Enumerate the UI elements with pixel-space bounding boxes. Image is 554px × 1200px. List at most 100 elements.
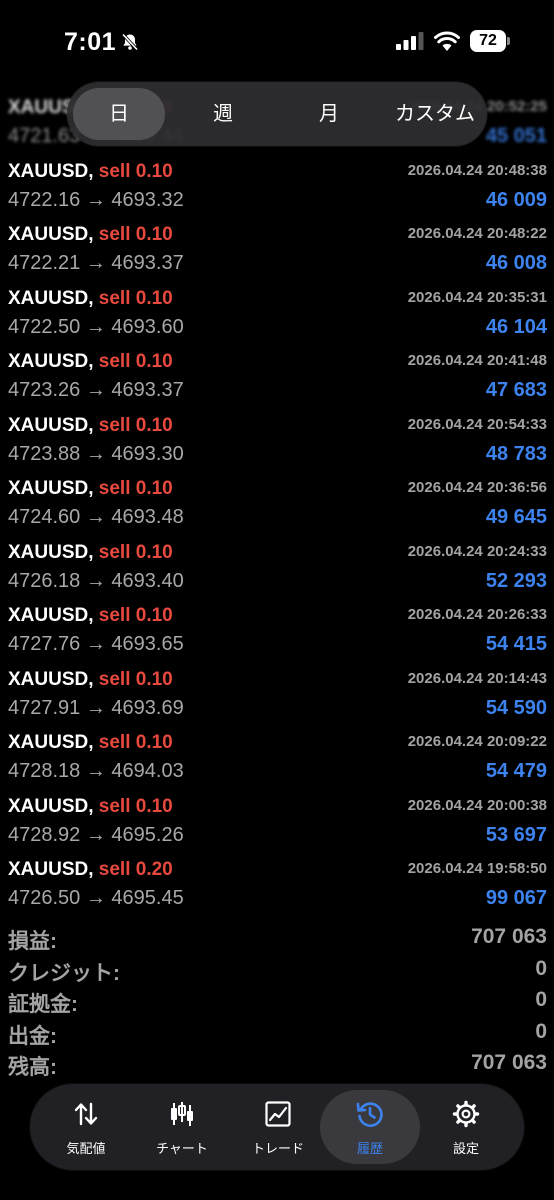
summary-label: 出金:	[8, 1024, 57, 1048]
deal-row[interactable]: XAUUSD, sell 0.10 2026.04.24 20:36:56 4724…	[0, 471, 554, 534]
battery-nub	[507, 37, 510, 45]
tab-history-label: 履歴	[356, 1141, 383, 1156]
period-tab-week[interactable]: 週	[177, 88, 269, 140]
deal-symbol-text: XAUUSD,	[8, 224, 94, 245]
deal-side: sell 0.10	[98, 287, 173, 309]
deal-side: sell 0.10	[98, 668, 173, 690]
tab-settings[interactable]: 設定	[416, 1090, 516, 1164]
deal-symbol: XAUUSD, sell 0.10	[8, 415, 173, 437]
deal-symbol-text: XAUUSD,	[8, 541, 94, 563]
summary-value: 707 063	[471, 1051, 547, 1074]
deal-datetime: 2026.04.24 20:09:22	[407, 733, 547, 750]
summary-margin: 証拠金: 0	[0, 988, 554, 1020]
bell-muted-icon	[121, 33, 139, 51]
summary-label: クレジット:	[8, 961, 120, 985]
deal-prices: 4722.50 → 4693.60	[8, 315, 184, 338]
deal-symbol: XAUUSD, sell 0.10	[8, 161, 173, 183]
deal-symbol: XAUUSD, sell 0.20	[8, 859, 173, 881]
deal-symbol: XAUUSD, sell 0.10	[8, 224, 173, 246]
deal-symbol-text: XAUUSD,	[8, 795, 94, 817]
summary-value: 0	[535, 956, 547, 980]
deal-symbol-text: XAUUSD,	[8, 287, 94, 309]
deal-symbol-text: XAUUSD,	[8, 859, 94, 880]
deal-row[interactable]: XAUUSD, sell 0.10 2026.04.24 20:35:31 4722…	[0, 281, 554, 344]
wifi-icon	[434, 31, 460, 51]
deal-row[interactable]: XAUUSD, sell 0.10 2026.04.24 20:14:43 4727…	[0, 662, 554, 725]
deal-profit: 46 008	[485, 252, 547, 274]
trade-line-chart-icon	[265, 1101, 291, 1127]
deal-prices: 4724.60 → 4693.48	[8, 506, 184, 528]
summary-value: 0	[535, 988, 547, 1011]
battery-level: 72	[470, 30, 506, 52]
deal-datetime: 2026.04.24 20:24:33	[407, 542, 547, 560]
summary-value: 707 063	[471, 925, 547, 948]
deal-symbol-text: XAUUSD,	[8, 414, 94, 436]
deal-profit: 52 293	[485, 569, 547, 592]
status-time: 7:01	[64, 28, 117, 56]
tab-quotes-label: 気配値	[66, 1141, 106, 1156]
deal-prices: 4728.18 → 4694.03	[8, 760, 184, 782]
status-bar: 7:01 72	[0, 0, 554, 80]
deal-prices: 4727.91 → 4693.69	[8, 696, 184, 719]
deal-side: sell 0.10	[98, 541, 173, 563]
deal-row[interactable]: XAUUSD, sell 0.10 2026.04.24 20:00:38 4728…	[0, 789, 554, 852]
summary-withdrawal: 出金: 0	[0, 1020, 554, 1052]
summary-label: 損益:	[8, 930, 57, 953]
deal-side: sell 0.10	[98, 414, 173, 436]
deal-side: sell 0.10	[98, 795, 173, 817]
deal-symbol: XAUUSD, sell 0.10	[8, 605, 173, 627]
deal-profit: 49 645	[485, 506, 547, 528]
deal-row[interactable]: XAUUSD, sell 0.10 2026.04.24 20:48:38 4722…	[0, 154, 554, 217]
deal-profit: 45 051	[485, 125, 547, 147]
signal-icon	[396, 32, 424, 50]
deal-side: sell 0.10	[98, 605, 173, 626]
deal-symbol-text: XAUUSD,	[8, 478, 94, 499]
deal-datetime: 2026.04.24 20:48:38	[407, 161, 547, 179]
deal-prices: 4727.76 → 4693.65	[8, 633, 184, 655]
tab-chart[interactable]: チャート	[132, 1090, 232, 1164]
gear-icon	[452, 1100, 480, 1128]
deal-datetime: 2026.04.24 20:36:56	[407, 479, 547, 496]
deal-row[interactable]: XAUUSD, sell 0.10 2026.04.24 20:54:33 4723…	[0, 408, 554, 471]
deal-profit: 99 067	[485, 887, 547, 909]
deal-symbol: XAUUSD, sell 0.10	[8, 669, 173, 691]
tab-history[interactable]: 履歴	[320, 1090, 420, 1164]
deal-prices: 4723.88 → 4693.30	[8, 442, 184, 465]
tab-trade[interactable]: トレード	[228, 1090, 328, 1164]
deal-symbol-text: XAUUSD,	[8, 732, 94, 753]
deal-row[interactable]: XAUUSD, sell 0.10 2026.04.24 20:09:22 4728…	[0, 725, 554, 788]
period-tab-month[interactable]: 月	[283, 88, 375, 140]
deal-datetime: 2026.04.24 20:54:33	[407, 415, 547, 433]
deal-row[interactable]: XAUUSD, sell 0.10 2026.04.24 20:26:33 4727…	[0, 598, 554, 661]
deal-profit: 46 009	[485, 188, 547, 211]
bottom-tab-bar: 気配値 チャート トレード 履歴 設定	[30, 1084, 524, 1170]
deal-row[interactable]: XAUUSD, sell 0.20 2026.04.24 19:58:50 4726…	[0, 852, 554, 915]
deal-prices: 4723.26 → 4693.37	[8, 379, 184, 401]
deal-symbol-text: XAUUSD,	[8, 605, 94, 626]
deal-side: sell 0.10	[98, 160, 173, 182]
deal-symbol-text: XAUUSD,	[8, 668, 94, 690]
deal-symbol: XAUUSD, sell 0.10	[8, 478, 173, 500]
deal-profit: 54 415	[485, 633, 547, 655]
tab-quotes[interactable]: 気配値	[36, 1090, 136, 1164]
deal-symbol-text: XAUUSD,	[8, 160, 94, 182]
deal-datetime: 2026.04.24 20:26:33	[407, 606, 547, 623]
deal-profit: 53 697	[485, 823, 547, 846]
deal-row[interactable]: XAUUSD, sell 0.10 2026.04.24 20:41:48 4723…	[0, 344, 554, 407]
summary-label: 残高:	[8, 1056, 57, 1079]
deal-profit: 54 479	[485, 760, 547, 782]
history-clock-icon	[356, 1102, 383, 1127]
summary-balance: 残高: 707 063	[0, 1051, 554, 1083]
deal-prices: 4726.50 → 4695.45	[8, 887, 184, 909]
period-tab-custom[interactable]: カスタム	[385, 88, 485, 140]
deal-profit: 54 590	[485, 696, 547, 719]
deal-side: sell 0.10	[98, 732, 173, 753]
period-tab-day[interactable]: 日	[73, 88, 165, 140]
deal-row[interactable]: XAUUSD, sell 0.10 2026.04.24 20:24:33 4726…	[0, 535, 554, 598]
deal-row[interactable]: XAUUSD, sell 0.10 2026.04.24 20:48:22 4722…	[0, 217, 554, 280]
deal-datetime: 2026.04.24 19:58:50	[407, 860, 547, 877]
deal-side: sell 0.20	[98, 859, 173, 880]
summary-label: 証拠金:	[8, 993, 78, 1016]
deal-profit: 46 104	[485, 315, 547, 338]
quotes-arrows-icon	[74, 1102, 98, 1126]
